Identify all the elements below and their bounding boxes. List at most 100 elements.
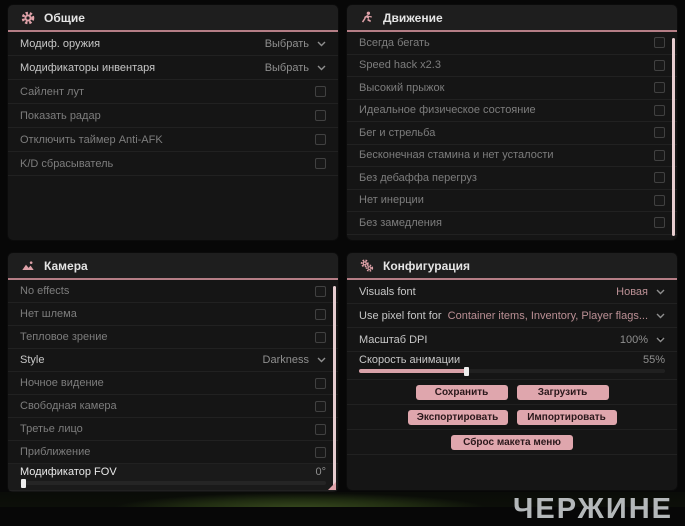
select-value: Container items, Inventory, Player flags… <box>447 309 648 322</box>
row-style: Style Darkness <box>8 349 338 372</box>
row-no-inertia: Нет инерции <box>347 190 677 212</box>
row-zoom: Приближение <box>8 441 338 464</box>
row-night-vision: Ночное видение <box>8 372 338 395</box>
chevron-down-icon <box>656 313 665 318</box>
checkbox[interactable] <box>654 127 665 139</box>
anim-slider-track[interactable] <box>359 366 665 376</box>
chevron-down-icon <box>656 337 665 342</box>
row-label: Модификаторы инвентаря <box>20 61 156 74</box>
row-label: Свободная камера <box>20 400 117 412</box>
checkbox[interactable] <box>315 134 326 145</box>
panel-general: Общие Модиф. оружия Выбрать Модификаторы… <box>8 5 338 240</box>
row-label: Ночное видение <box>20 377 104 389</box>
row-label: Без дебаффа перегруз <box>359 171 477 184</box>
select-value: Выбрать <box>264 61 309 74</box>
checkbox[interactable] <box>315 331 326 343</box>
checkbox[interactable] <box>315 400 326 412</box>
checkbox[interactable] <box>654 194 665 206</box>
row-label: Use pixel font for <box>359 309 442 322</box>
row-label: No effects <box>20 285 70 297</box>
row-high-jump: Высокий прыжок <box>347 77 677 100</box>
row-label: Модиф. оружия <box>20 37 101 50</box>
checkbox[interactable] <box>654 59 665 71</box>
row-inventory-mods: Модификаторы инвентаря Выбрать <box>8 56 338 80</box>
row-animation-speed: Скорость анимации 55% <box>347 352 677 380</box>
checkbox[interactable] <box>315 308 326 320</box>
checkbox[interactable] <box>315 377 326 389</box>
row-label: Нет шлема <box>20 308 77 320</box>
import-button[interactable]: Импортировать <box>516 409 617 425</box>
checkbox[interactable] <box>315 110 326 121</box>
select-dpi-scale[interactable]: 100% <box>620 334 665 346</box>
row-label: Высокий прыжок <box>359 81 445 94</box>
select-style[interactable]: Darkness <box>263 354 326 366</box>
row-label: Speed hack x2.3 <box>359 59 441 72</box>
slider-value: 55% <box>642 354 665 366</box>
row-label: Без замедления <box>359 216 442 229</box>
button-row-reset: Сброс макета меню <box>347 430 677 455</box>
panel-config-header[interactable]: Конфигурация <box>347 253 677 280</box>
checkbox[interactable] <box>654 217 665 229</box>
row-label: Третье лицо <box>20 423 83 435</box>
checkbox[interactable] <box>315 423 326 435</box>
checkbox[interactable] <box>315 86 326 97</box>
export-button[interactable]: Экспортировать <box>407 409 508 425</box>
row-third-person: Третье лицо <box>8 418 338 441</box>
select-weapon-mod[interactable]: Выбрать <box>265 38 326 50</box>
select-pixel-font[interactable]: Container items, Inventory, Player flags… <box>448 310 665 322</box>
row-anti-afk: Отключить таймер Anti-AFK <box>8 128 338 152</box>
row-label: Масштаб DPI <box>359 333 428 346</box>
row-thermal-vision: Тепловое зрение <box>8 326 338 349</box>
reset-menu-layout-button[interactable]: Сброс макета меню <box>451 434 573 450</box>
checkbox[interactable] <box>654 104 665 116</box>
panel-title: Общие <box>44 10 85 25</box>
checkbox[interactable] <box>315 158 326 169</box>
save-button[interactable]: Сохранить <box>415 384 508 400</box>
resize-handle[interactable] <box>328 482 336 490</box>
checkbox[interactable] <box>315 285 326 297</box>
chevron-down-icon <box>317 65 326 70</box>
row-silent-loot: Сайлент лут <box>8 80 338 104</box>
row-free-camera: Свободная камера <box>8 395 338 418</box>
row-dpi-scale: Масштаб DPI 100% <box>347 328 677 352</box>
scrollbar[interactable] <box>672 38 675 236</box>
panel-general-header[interactable]: Общие <box>8 5 338 32</box>
row-label: Visuals font <box>359 285 416 298</box>
checkbox[interactable] <box>654 172 665 184</box>
row-infinite-stamina: Бесконечная стамина и нет усталости <box>347 145 677 167</box>
button-row-save-load: Сохранить Загрузить <box>347 380 677 405</box>
scrollbar[interactable] <box>333 286 336 488</box>
select-visuals-font[interactable]: Новая <box>616 286 665 298</box>
select-value: Новая <box>616 285 648 298</box>
row-perfect-condition: Идеальное физическое состояние <box>347 100 677 122</box>
panel-title: Конфигурация <box>383 258 471 273</box>
checkbox[interactable] <box>654 149 665 161</box>
anim-slider-handle[interactable] <box>464 366 470 376</box>
row-pixel-font: Use pixel font for Container items, Inve… <box>347 304 677 328</box>
checkbox[interactable] <box>654 37 665 49</box>
panel-camera-header[interactable]: Камера <box>8 253 338 280</box>
load-button[interactable]: Загрузить <box>516 384 609 400</box>
fov-slider-track[interactable] <box>20 478 326 488</box>
chevron-down-icon <box>317 357 326 363</box>
row-no-overload-debuff: Без дебаффа перегруз <box>347 167 677 190</box>
row-no-effects: No effects <box>8 280 338 303</box>
row-label: K/D сбрасыватель <box>20 157 114 170</box>
image-icon <box>22 260 34 270</box>
fov-slider-handle[interactable] <box>21 478 26 488</box>
row-label: Сайлент лут <box>20 85 84 98</box>
panel-movement: Движение Всегда бегать Speed hack x2.3 В… <box>347 5 677 240</box>
row-no-slowdown: Без замедления <box>347 212 677 235</box>
row-speed-hack: Speed hack x2.3 <box>347 55 677 77</box>
row-label: Идеальное физическое состояние <box>359 104 536 117</box>
select-inventory-mods[interactable]: Выбрать <box>265 62 326 74</box>
row-label: Тепловое зрение <box>20 331 108 343</box>
row-kd-reset: K/D сбрасыватель <box>8 152 338 176</box>
panel-movement-header[interactable]: Движение <box>347 5 677 32</box>
gear-icon <box>21 11 35 24</box>
row-label: Бег и стрельба <box>359 126 436 139</box>
panel-config: Конфигурация Visuals font Новая Use pixe… <box>347 253 677 490</box>
checkbox[interactable] <box>315 446 326 458</box>
checkbox[interactable] <box>654 82 665 94</box>
row-show-radar: Показать радар <box>8 104 338 128</box>
